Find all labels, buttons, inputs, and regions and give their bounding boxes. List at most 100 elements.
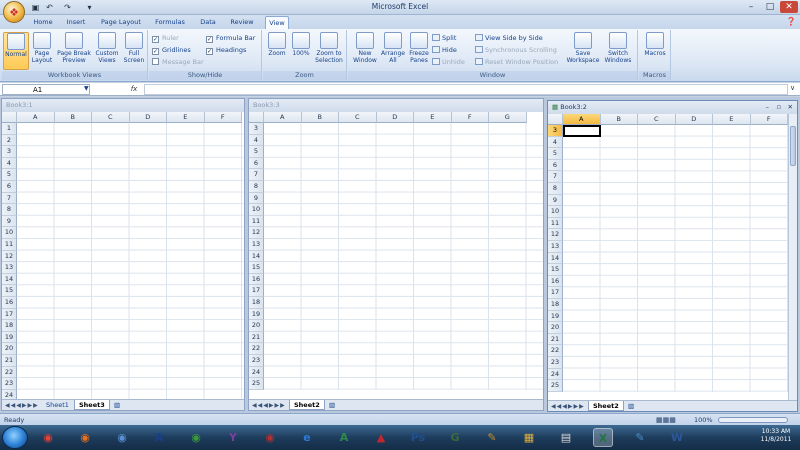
tab-page-layout[interactable]: Page Layout xyxy=(98,16,144,29)
sheet-nav-icon[interactable]: ◀◀◀▶▶▶ xyxy=(5,400,39,410)
headings-checkbox[interactable]: ✓ Headings xyxy=(206,46,246,55)
column-header-A[interactable]: A xyxy=(264,112,302,123)
zoom-button[interactable]: Zoom xyxy=(265,32,289,57)
expand-formula-icon[interactable]: ∨ xyxy=(790,84,795,92)
save-icon[interactable]: ▣ xyxy=(30,2,41,13)
column-header-F[interactable]: F xyxy=(750,114,788,125)
row-header-19[interactable]: 19 xyxy=(249,308,264,321)
row-header-20[interactable]: 20 xyxy=(2,343,17,355)
row-header-25[interactable]: 25 xyxy=(249,378,264,390)
row-header-18[interactable]: 18 xyxy=(548,299,563,311)
row-header-12[interactable]: 12 xyxy=(548,229,563,241)
switch-windows-button[interactable]: Switch Windows xyxy=(601,32,635,64)
row-header-9[interactable]: 9 xyxy=(548,194,563,207)
row-header-12[interactable]: 12 xyxy=(2,250,17,263)
row-header-21[interactable]: 21 xyxy=(249,331,264,344)
excel-icon[interactable]: X xyxy=(593,428,613,447)
row-header-22[interactable]: 22 xyxy=(548,345,563,357)
sheet-tab-sheet1[interactable]: Sheet1 xyxy=(42,400,73,410)
office-button[interactable]: ❖ xyxy=(3,1,25,23)
minimize-icon[interactable]: – xyxy=(766,101,769,114)
row-header-20[interactable]: 20 xyxy=(548,322,563,334)
cell-area[interactable] xyxy=(563,125,788,392)
formula-bar-checkbox[interactable]: ✓ Formula Bar xyxy=(206,34,255,43)
row-header-7[interactable]: 7 xyxy=(548,171,563,183)
insert-sheet-icon[interactable]: ▧ xyxy=(325,400,339,410)
custom-views-button[interactable]: Custom Views xyxy=(94,32,120,64)
reset-window-position-button[interactable]: Reset Window Position xyxy=(475,58,558,67)
split-button[interactable]: Split xyxy=(432,34,456,43)
formula-input[interactable] xyxy=(144,84,788,95)
row-header-11[interactable]: 11 xyxy=(548,217,563,230)
message-bar-checkbox[interactable]: Message Bar xyxy=(152,58,204,67)
arrange-all-button[interactable]: Arrange All xyxy=(380,32,406,64)
fx-icon[interactable]: fx xyxy=(126,84,142,95)
row-header-18[interactable]: 18 xyxy=(2,320,17,332)
tab-insert[interactable]: Insert xyxy=(62,16,90,29)
select-all-corner[interactable] xyxy=(249,112,264,123)
row-header-16[interactable]: 16 xyxy=(249,273,264,286)
column-header-B[interactable]: B xyxy=(600,114,638,125)
sheet-nav-icon[interactable]: ◀◀◀▶▶▶ xyxy=(551,401,585,411)
row-header-8[interactable]: 8 xyxy=(249,181,264,193)
column-header-B[interactable]: B xyxy=(301,112,339,123)
maximize-button[interactable]: □ xyxy=(761,1,779,13)
column-header-E[interactable]: E xyxy=(167,112,205,123)
clock[interactable]: 10:33 AM 11/8/2011 xyxy=(756,428,796,444)
row-header-4[interactable]: 4 xyxy=(2,157,17,170)
unhide-button[interactable]: Unhide xyxy=(432,58,465,67)
a-app-icon[interactable]: A xyxy=(149,428,169,447)
save-workspace-button[interactable]: Save Workspace xyxy=(566,32,600,64)
row-header-7[interactable]: 7 xyxy=(249,169,264,181)
sheet-tab-sheet3[interactable]: Sheet3 xyxy=(74,400,110,410)
row-header-25[interactable]: 25 xyxy=(548,380,563,392)
row-header-16[interactable]: 16 xyxy=(2,297,17,309)
column-header-F[interactable]: F xyxy=(451,112,489,123)
row-header-6[interactable]: 6 xyxy=(2,181,17,193)
workbook-window-3[interactable]: Book3:3 A B C D E F G 3 4 5 6 7 8 9 10 11 12 13 14 15 16 17 18… xyxy=(248,98,544,411)
row-header-7[interactable]: 7 xyxy=(2,192,17,205)
row-header-24[interactable]: 24 xyxy=(249,366,264,379)
tab-view[interactable]: View xyxy=(265,16,289,29)
bug-icon[interactable]: ◉ xyxy=(260,428,280,447)
column-header-C[interactable]: C xyxy=(638,114,676,125)
row-header-3[interactable]: 3 xyxy=(249,123,264,135)
customize-qat-icon[interactable]: ▾ xyxy=(84,2,95,13)
word-icon[interactable]: W xyxy=(667,428,687,447)
macros-button[interactable]: Macros xyxy=(642,32,668,57)
workbook-window-2[interactable]: ▦ Book3:2 – ▫ ✕ A B C D E F 3 4 5 6 7 8 9 10 11 12 13 14 1… xyxy=(547,100,798,412)
zoom-to-selection-button[interactable]: Zoom to Selection xyxy=(313,32,345,64)
paint-icon[interactable]: ✎ xyxy=(630,428,650,447)
row-header-15[interactable]: 15 xyxy=(2,285,17,297)
column-header-E[interactable]: E xyxy=(713,114,751,125)
photoshop-icon[interactable]: Ps xyxy=(408,428,428,447)
row-header-1[interactable]: 1 xyxy=(2,123,17,135)
row-header-18[interactable]: 18 xyxy=(249,297,264,309)
row-header-11[interactable]: 11 xyxy=(249,215,264,228)
insert-sheet-icon[interactable]: ▧ xyxy=(110,400,124,410)
column-header-B[interactable]: B xyxy=(54,112,92,123)
start-button[interactable] xyxy=(2,426,28,449)
column-header-F[interactable]: F xyxy=(204,112,242,123)
page-layout-button[interactable]: Page Layout xyxy=(30,32,54,64)
row-header-8[interactable]: 8 xyxy=(548,183,563,195)
row-header-14[interactable]: 14 xyxy=(2,273,17,286)
column-header-A[interactable]: A xyxy=(17,112,55,123)
cell-area[interactable] xyxy=(264,123,543,390)
workbook-window-1[interactable]: Book3:1 A B C D E F 1 2 3 4 5 6 7 8 9 10 11 12 13 14 15 16 17 1… xyxy=(1,98,245,411)
tab-home[interactable]: Home xyxy=(30,16,56,29)
row-header-23[interactable]: 23 xyxy=(249,355,264,367)
column-header-D[interactable]: D xyxy=(675,114,713,125)
column-header-G[interactable]: G xyxy=(489,112,527,123)
tab-review[interactable]: Review xyxy=(226,16,258,29)
freeze-panes-button[interactable]: Freeze Panes xyxy=(407,32,431,64)
row-header-22[interactable]: 22 xyxy=(249,343,264,355)
row-header-9[interactable]: 9 xyxy=(2,215,17,228)
row-header-5[interactable]: 5 xyxy=(548,148,563,160)
g-app-icon[interactable]: G xyxy=(445,428,465,447)
row-header-13[interactable]: 13 xyxy=(249,239,264,251)
row-header-4[interactable]: 4 xyxy=(548,136,563,149)
minimize-button[interactable]: – xyxy=(742,1,760,13)
row-header-9[interactable]: 9 xyxy=(249,192,264,205)
row-header-15[interactable]: 15 xyxy=(548,264,563,276)
